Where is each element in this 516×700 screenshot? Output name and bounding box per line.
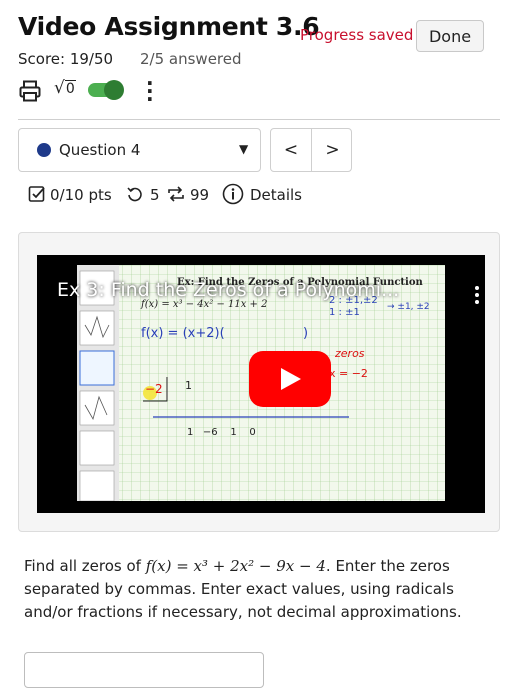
undo-icon: [127, 187, 142, 202]
caret-down-icon: ▼: [239, 142, 249, 156]
points-text: 0/10 pts: [50, 186, 112, 204]
answer-input[interactable]: [24, 652, 264, 688]
prompt-function: f(x) = x³ + 2x² − 9x − 4: [145, 557, 326, 575]
score-text: Score: 19/50: [18, 50, 114, 68]
slide-zero-value: x = −2: [329, 367, 368, 380]
math-entry-icon[interactable]: √0: [54, 78, 76, 98]
details-link[interactable]: Details: [250, 186, 302, 204]
toolbar: √0 · · ·: [18, 73, 218, 109]
retry-icon: [168, 186, 184, 202]
retries-count: 99: [190, 186, 210, 204]
toggle-knob: [104, 80, 124, 100]
video-player[interactable]: Ex: Find the Zeros of a Polynomial Funct…: [37, 255, 485, 513]
question-meta: 0/10 pts 5 99 Details: [28, 183, 488, 208]
progress-status: Progress saved: [300, 26, 414, 44]
slide-synthetic-divisor: −2: [145, 382, 163, 396]
more-options-icon[interactable]: · · ·: [146, 73, 154, 109]
print-icon[interactable]: [18, 79, 42, 103]
math-entry-toggle[interactable]: [88, 80, 124, 100]
slide-factored-end: ): [303, 326, 308, 341]
divider: [18, 119, 500, 120]
video-title: Ex 3: Find the Zeros of a Polynomi...: [57, 279, 400, 301]
question-status-dot: [37, 143, 51, 157]
next-question-button[interactable]: >: [312, 129, 353, 171]
play-icon: [281, 368, 301, 390]
checkbox-icon: [28, 186, 45, 202]
question-prompt: Find all zeros of f(x) = x³ + 2x² − 9x −…: [24, 557, 462, 621]
slide-roots-2: 1 : ±1: [329, 307, 360, 318]
previous-question-button[interactable]: <: [271, 129, 312, 171]
attempts-count: 5: [150, 186, 160, 204]
question-nav: < >: [270, 128, 352, 172]
slide-zeros-label: zeros: [334, 347, 365, 360]
info-icon[interactable]: [222, 183, 244, 205]
question-select[interactable]: Question 4 ▼: [18, 128, 261, 172]
slide-synthetic-top: 1: [185, 379, 192, 392]
slide-factored-form: f(x) = (x+2)(: [141, 326, 225, 341]
video-card: Ex: Find the Zeros of a Polynomial Funct…: [18, 232, 500, 532]
question-select-label: Question 4: [59, 141, 141, 159]
answered-count: 2/5 answered: [140, 50, 242, 68]
page-title: Video Assignment 3.6: [18, 12, 320, 41]
slide-synthetic-bottom: 1 −6 1 0: [187, 427, 256, 438]
done-button[interactable]: Done: [416, 20, 484, 52]
slide-roots-3: → ±1, ±2: [387, 302, 430, 312]
play-button[interactable]: [249, 351, 331, 407]
video-more-icon[interactable]: [475, 285, 479, 305]
